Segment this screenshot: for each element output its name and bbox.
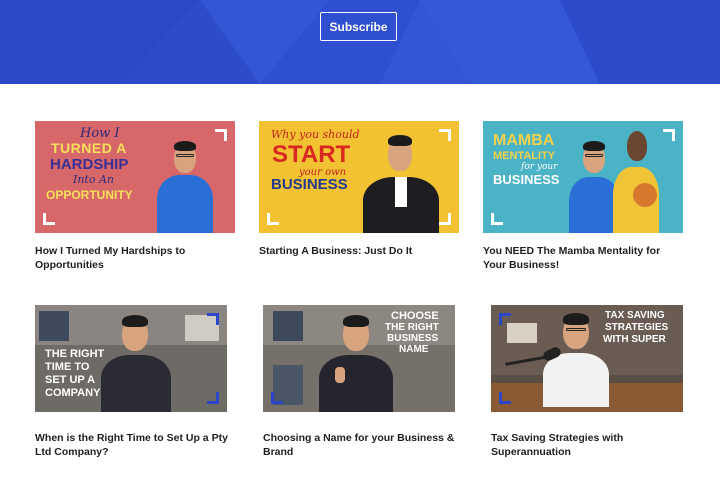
- thumb-text: BUSINESS: [271, 176, 348, 193]
- frame-corner-icon: [439, 213, 451, 225]
- thumb-text: BUSINESS: [387, 333, 439, 344]
- video-card[interactable]: MAMBA MENTALITY for your BUSINESS You NE…: [483, 121, 683, 272]
- frame-corner-icon: [491, 213, 503, 225]
- thumb-text: How I: [80, 126, 120, 141]
- thumb-text: THE RIGHT: [385, 322, 439, 333]
- thumb-text: START: [272, 141, 351, 168]
- frame-corner-icon: [663, 129, 675, 141]
- channel-banner: Subscribe: [0, 0, 720, 84]
- frame-corner-icon: [439, 129, 451, 141]
- thumb-text: HARDSHIP: [50, 156, 129, 173]
- video-card[interactable]: How I TURNED A HARDSHIP Into An OPPORTUN…: [35, 121, 235, 272]
- video-title[interactable]: You NEED The Mamba Mentality for Your Bu…: [483, 244, 683, 272]
- video-title[interactable]: How I Turned My Hardships to Opportuniti…: [35, 244, 235, 272]
- video-title[interactable]: Choosing a Name for your Business & Bran…: [263, 431, 463, 459]
- thumb-text: BUSINESS: [493, 172, 560, 187]
- thumb-text: Into An: [73, 173, 114, 186]
- frame-corner-icon: [499, 392, 511, 404]
- video-card[interactable]: CHOOSE THE RIGHT BUSINESS NAME Choosing …: [263, 305, 463, 459]
- frame-corner-icon: [271, 392, 283, 404]
- thumb-text: THE RIGHT: [45, 348, 105, 360]
- frame-corner-icon: [43, 213, 55, 225]
- thumb-text: SET UP A: [45, 374, 96, 386]
- video-thumbnail[interactable]: CHOOSE THE RIGHT BUSINESS NAME: [263, 305, 455, 412]
- frame-corner-icon: [215, 129, 227, 141]
- video-thumbnail[interactable]: How I TURNED A HARDSHIP Into An OPPORTUN…: [35, 121, 235, 233]
- subscribe-button[interactable]: Subscribe: [320, 12, 397, 41]
- thumb-text: COMPANY: [45, 387, 101, 399]
- video-title[interactable]: Tax Saving Strategies with Superannuatio…: [491, 431, 691, 459]
- frame-corner-icon: [207, 313, 219, 325]
- video-card[interactable]: Why you should START your own BUSINESS S…: [259, 121, 459, 258]
- thumb-text: for your: [521, 162, 558, 172]
- video-card[interactable]: TAX SAVING STRATEGIES WITH SUPER Tax Sav…: [491, 305, 691, 459]
- thumb-text: OPPORTUNITY: [46, 188, 133, 202]
- thumb-text: STRATEGIES: [605, 322, 669, 333]
- thumb-text: Why you should: [271, 128, 360, 141]
- video-title[interactable]: When is the Right Time to Set Up a Pty L…: [35, 431, 235, 459]
- video-card[interactable]: THE RIGHT TIME TO SET UP A COMPANY When …: [35, 305, 235, 459]
- video-thumbnail[interactable]: Why you should START your own BUSINESS: [259, 121, 459, 233]
- thumb-text: TURNED A: [51, 140, 127, 156]
- frame-corner-icon: [207, 392, 219, 404]
- thumb-text: TAX SAVING: [605, 310, 665, 321]
- thumb-text: NAME: [399, 344, 429, 355]
- video-thumbnail[interactable]: TAX SAVING STRATEGIES WITH SUPER: [491, 305, 683, 412]
- frame-corner-icon: [267, 213, 279, 225]
- thumb-text: TIME TO: [45, 361, 90, 373]
- thumb-text: WITH SUPER: [603, 334, 666, 345]
- frame-corner-icon: [499, 313, 511, 325]
- video-title[interactable]: Starting A Business: Just Do It: [259, 244, 459, 258]
- video-thumbnail[interactable]: MAMBA MENTALITY for your BUSINESS: [483, 121, 683, 233]
- thumb-text: MENTALITY: [493, 150, 556, 162]
- thumb-text: MAMBA: [493, 132, 555, 149]
- thumb-text: CHOOSE: [391, 310, 439, 322]
- video-thumbnail[interactable]: THE RIGHT TIME TO SET UP A COMPANY: [35, 305, 227, 412]
